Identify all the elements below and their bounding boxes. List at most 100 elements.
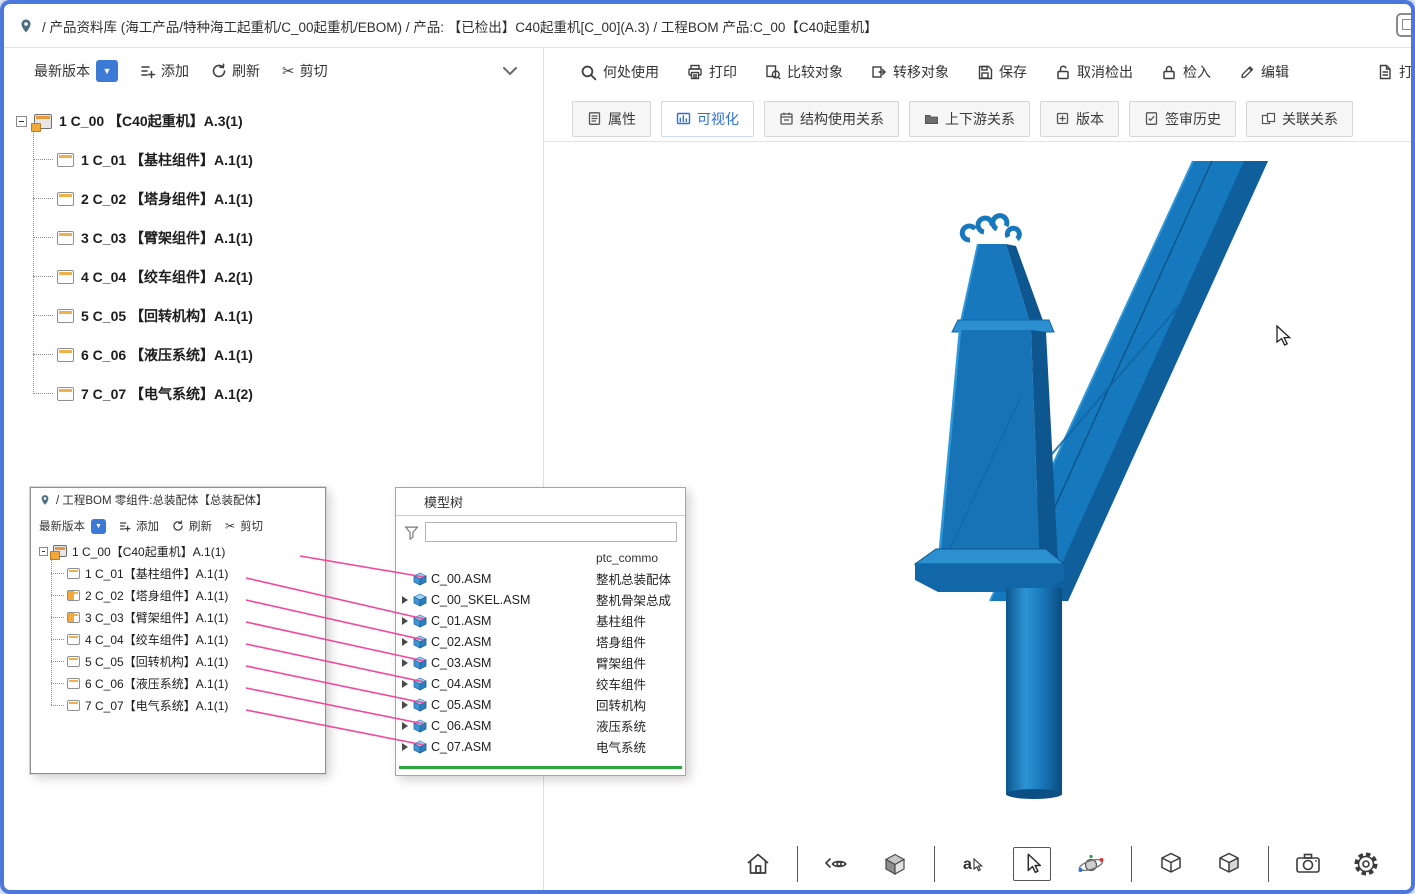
shaded-view-button[interactable] — [876, 847, 914, 881]
overlay-version-dropdown[interactable]: 最新版本 ▼ — [39, 518, 106, 534]
model-tree-row[interactable]: C_00_SKEL.ASM整机骨架总成 — [396, 589, 685, 610]
expand-triangle-icon[interactable] — [402, 596, 408, 604]
tab-relationships[interactable]: 关联关系 — [1246, 101, 1353, 137]
where-used-button[interactable]: 何处使用 — [580, 62, 659, 82]
overlay-refresh-label: 刷新 — [189, 518, 212, 534]
part-icon — [57, 270, 74, 284]
window-corner-button[interactable] — [1396, 13, 1415, 37]
model-name: C_03.ASM — [431, 656, 491, 670]
relations-icon — [1261, 111, 1276, 126]
view-orientation-button[interactable] — [818, 847, 856, 881]
tree-row-root[interactable]: 1 C_00 【C40起重机】A.3(1) — [16, 102, 543, 140]
model-tree-row[interactable]: C_03.ASM臂架组件 — [396, 652, 685, 673]
cancel-checkout-button[interactable]: 取消检出 — [1055, 62, 1133, 82]
tab-structure-usage[interactable]: 结构使用关系 — [764, 101, 899, 137]
model-tree-window[interactable]: 模型树 ptc_commo C_00.ASM整机总装配体 C_00_SKEL.A… — [395, 487, 686, 776]
part-icon — [57, 309, 74, 323]
expand-triangle-icon[interactable] — [402, 743, 408, 751]
tree-row[interactable]: 6 C_06【液压系统】A.1(1) — [51, 672, 325, 694]
tree-row[interactable]: 3 C_03 【臂架组件】A.1(1) — [33, 218, 543, 257]
chevron-down-icon[interactable] — [501, 65, 519, 77]
location-pin-icon — [18, 18, 34, 34]
tree-row[interactable]: 7 C_07 【电气系统】A.1(2) — [33, 374, 543, 413]
tree-row-root[interactable]: 1 C_00【C40起重机】A.1(1) — [39, 540, 325, 562]
tree-row[interactable]: 5 C_05【回转机构】A.1(1) — [51, 650, 325, 672]
snapshot-button[interactable] — [1289, 847, 1327, 881]
model-tree-row[interactable]: C_02.ASM塔身组件 — [396, 631, 685, 652]
tab-label: 结构使用关系 — [800, 109, 884, 129]
filter-funnel-icon[interactable] — [404, 525, 419, 540]
assembly-cube-icon — [413, 719, 427, 733]
ebom-overlay-window[interactable]: / 工程BOM 零组件:总装配体【总装配体】 最新版本 ▼ 添加 刷新 ✂ 剪切 — [30, 487, 326, 774]
tab-attributes[interactable]: 属性 — [572, 101, 651, 137]
tree-row[interactable]: 1 C_01 【基柱组件】A.1(1) — [33, 140, 543, 179]
tree-row[interactable]: 2 C_02 【塔身组件】A.1(1) — [33, 179, 543, 218]
tab-visualization[interactable]: 可视化 — [661, 101, 754, 137]
expand-triangle-icon[interactable] — [402, 701, 408, 709]
viewer-toolbar: a — [739, 846, 1385, 882]
collapse-icon[interactable] — [39, 547, 48, 556]
action-label: 打印 — [709, 62, 737, 82]
model-tree-row[interactable]: C_07.ASM电气系统 — [396, 736, 685, 757]
version-filter-dropdown[interactable]: 最新版本 ▼ — [34, 60, 118, 82]
isometric-box-button[interactable] — [1152, 847, 1190, 881]
refresh-button[interactable]: 刷新 — [211, 61, 260, 81]
toolbar-separator — [1268, 846, 1269, 882]
home-view-button[interactable] — [739, 847, 777, 881]
box-view-button[interactable] — [1210, 847, 1248, 881]
tree-row[interactable]: 4 C_04【绞车组件】A.1(1) — [51, 628, 325, 650]
model-tree-row[interactable]: C_00.ASM整机总装配体 — [396, 568, 685, 589]
model-tree-row[interactable]: C_01.ASM基柱组件 — [396, 610, 685, 631]
tree-row[interactable]: 5 C_05 【回转机构】A.1(1) — [33, 296, 543, 335]
open-button-partial[interactable]: 打 — [1377, 62, 1411, 82]
tree-row[interactable]: 1 C_01【基柱组件】A.1(1) — [51, 562, 325, 584]
overlay-refresh-button[interactable]: 刷新 — [172, 518, 212, 534]
collapse-icon[interactable] — [16, 116, 27, 127]
tree-row[interactable]: 4 C_04 【绞车组件】A.2(1) — [33, 257, 543, 296]
refresh-icon — [211, 63, 227, 79]
dropdown-arrow-icon[interactable]: ▼ — [91, 519, 106, 534]
tree-row[interactable]: 3 C_03【臂架组件】A.1(1) — [51, 606, 325, 628]
overlay-cut-label: 剪切 — [240, 518, 263, 534]
overlay-add-button[interactable]: 添加 — [119, 518, 159, 534]
tab-upstream-downstream[interactable]: 上下游关系 — [909, 101, 1030, 137]
expand-triangle-icon[interactable] — [402, 680, 408, 688]
assembly-cube-icon — [413, 593, 427, 607]
tree-row-label: 2 C_02【塔身组件】A.1(1) — [85, 587, 228, 604]
model-tree-filter-input[interactable] — [425, 522, 677, 542]
tree-row[interactable]: 7 C_07【电气系统】A.1(1) — [51, 694, 325, 716]
tree-row[interactable]: 6 C_06 【液压系统】A.1(1) — [33, 335, 543, 374]
model-tree-row[interactable]: C_04.ASM绞车组件 — [396, 673, 685, 694]
assembly-cube-icon — [413, 635, 427, 649]
edit-button[interactable]: 编辑 — [1239, 62, 1289, 82]
action-label: 打 — [1399, 62, 1411, 82]
overlay-cut-button[interactable]: ✂ 剪切 — [225, 518, 263, 534]
tab-review-history[interactable]: 签审历史 — [1129, 101, 1236, 137]
dropdown-arrow-icon[interactable]: ▼ — [96, 60, 118, 82]
expand-triangle-icon[interactable] — [402, 617, 408, 625]
expand-triangle-icon[interactable] — [402, 722, 408, 730]
print-button[interactable]: 打印 — [687, 62, 737, 82]
save-button[interactable]: 保存 — [977, 62, 1027, 82]
part-icon — [67, 656, 80, 667]
tree-row[interactable]: 2 C_02【塔身组件】A.1(1) — [51, 584, 325, 606]
cut-button[interactable]: ✂ 剪切 — [282, 61, 328, 81]
app-window: / 产品资料库 (海工产品/特种海工起重机/C_00起重机/EBOM) / 产品… — [0, 0, 1415, 894]
select-cursor-button[interactable] — [1013, 847, 1051, 881]
overlay-breadcrumb-bar: / 工程BOM 零组件:总装配体【总装配体】 — [31, 488, 325, 512]
expand-triangle-icon[interactable] — [402, 659, 408, 667]
tab-label: 属性 — [608, 109, 636, 129]
orbit-button[interactable] — [1071, 847, 1111, 881]
tab-version[interactable]: 版本 — [1040, 101, 1119, 137]
view-eye-icon — [823, 850, 851, 878]
transfer-button[interactable]: 转移对象 — [871, 62, 949, 82]
add-button[interactable]: 添加 — [140, 61, 189, 81]
checkin-button[interactable]: 检入 — [1161, 62, 1211, 82]
settings-button[interactable] — [1347, 847, 1385, 881]
model-tree-row[interactable]: C_05.ASM回转机构 — [396, 694, 685, 715]
add-node-icon — [119, 520, 131, 532]
expand-triangle-icon[interactable] — [402, 638, 408, 646]
model-tree-row[interactable]: C_06.ASM液压系统 — [396, 715, 685, 736]
compare-button[interactable]: 比较对象 — [765, 62, 843, 82]
annotation-select-button[interactable]: a — [955, 847, 993, 881]
